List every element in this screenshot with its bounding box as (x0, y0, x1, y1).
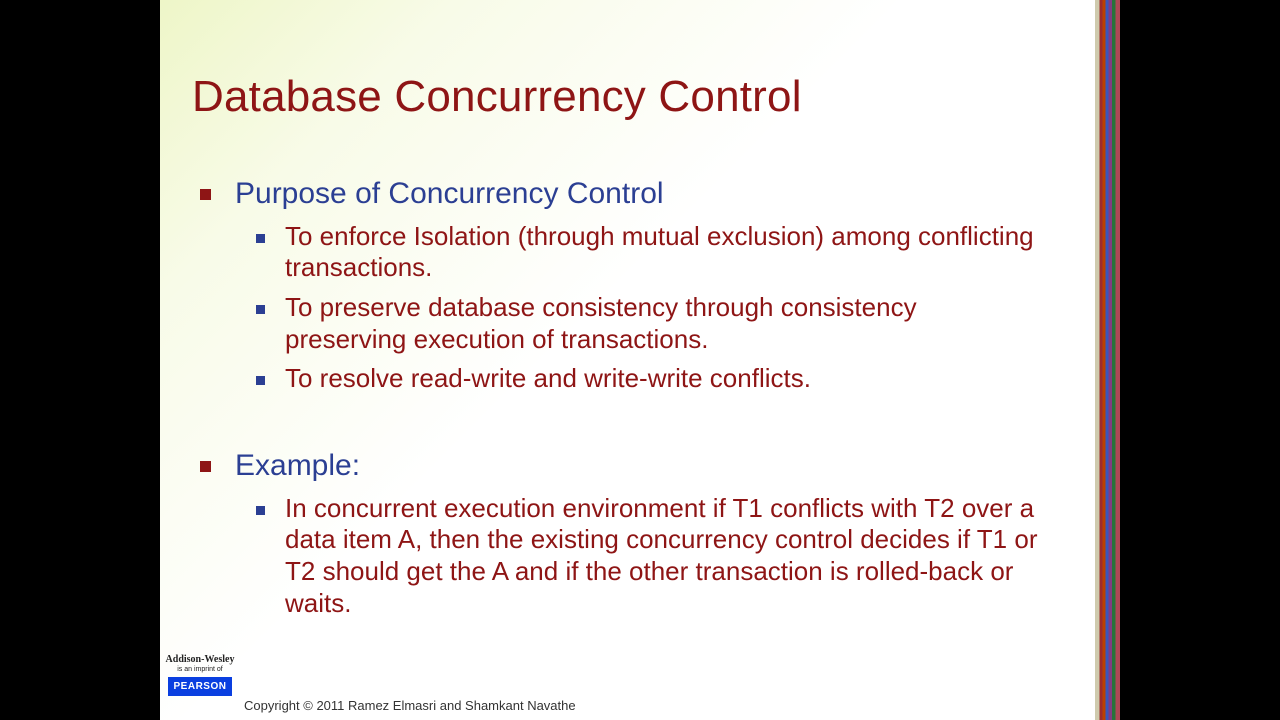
addison-wesley-label: Addison-Wesley (162, 655, 238, 665)
slide-title: Database Concurrency Control (192, 72, 802, 122)
section-heading-text: Purpose of Concurrency Control (235, 175, 664, 213)
section-heading-text: Example: (235, 447, 360, 485)
copyright-text: Copyright © 2011 Ramez Elmasri and Shamk… (244, 698, 576, 713)
section-heading: Example: (200, 447, 1070, 485)
square-bullet-icon (256, 234, 265, 243)
bullet-item: In concurrent execution environment if T… (256, 493, 1070, 620)
bullet-text: To preserve database consistency through… (285, 292, 1045, 355)
stage: Database Concurrency Control Purpose of … (0, 0, 1280, 720)
publisher-brand: Addison-Wesley is an imprint of PEARSON (162, 655, 238, 696)
decorative-stripe (1095, 0, 1120, 720)
bullet-item: To enforce Isolation (through mutual exc… (256, 221, 1070, 284)
bullet-text: In concurrent execution environment if T… (285, 493, 1045, 620)
bullet-item: To resolve read-write and write-write co… (256, 363, 1070, 395)
square-bullet-icon (200, 461, 211, 472)
bullet-text: To enforce Isolation (through mutual exc… (285, 221, 1045, 284)
bullet-group: In concurrent execution environment if T… (256, 493, 1070, 620)
square-bullet-icon (256, 506, 265, 515)
bullet-group: To enforce Isolation (through mutual exc… (256, 221, 1070, 396)
square-bullet-icon (200, 189, 211, 200)
imprint-label: is an imprint of (162, 666, 238, 674)
square-bullet-icon (256, 376, 265, 385)
section-heading: Purpose of Concurrency Control (200, 175, 1070, 213)
square-bullet-icon (256, 305, 265, 314)
slide: Database Concurrency Control Purpose of … (160, 0, 1095, 720)
spacer (200, 395, 1070, 437)
bullet-item: To preserve database consistency through… (256, 292, 1070, 355)
bullet-text: To resolve read-write and write-write co… (285, 363, 811, 395)
slide-content: Purpose of Concurrency Control To enforc… (200, 165, 1070, 619)
pearson-logo: PEARSON (168, 677, 232, 696)
